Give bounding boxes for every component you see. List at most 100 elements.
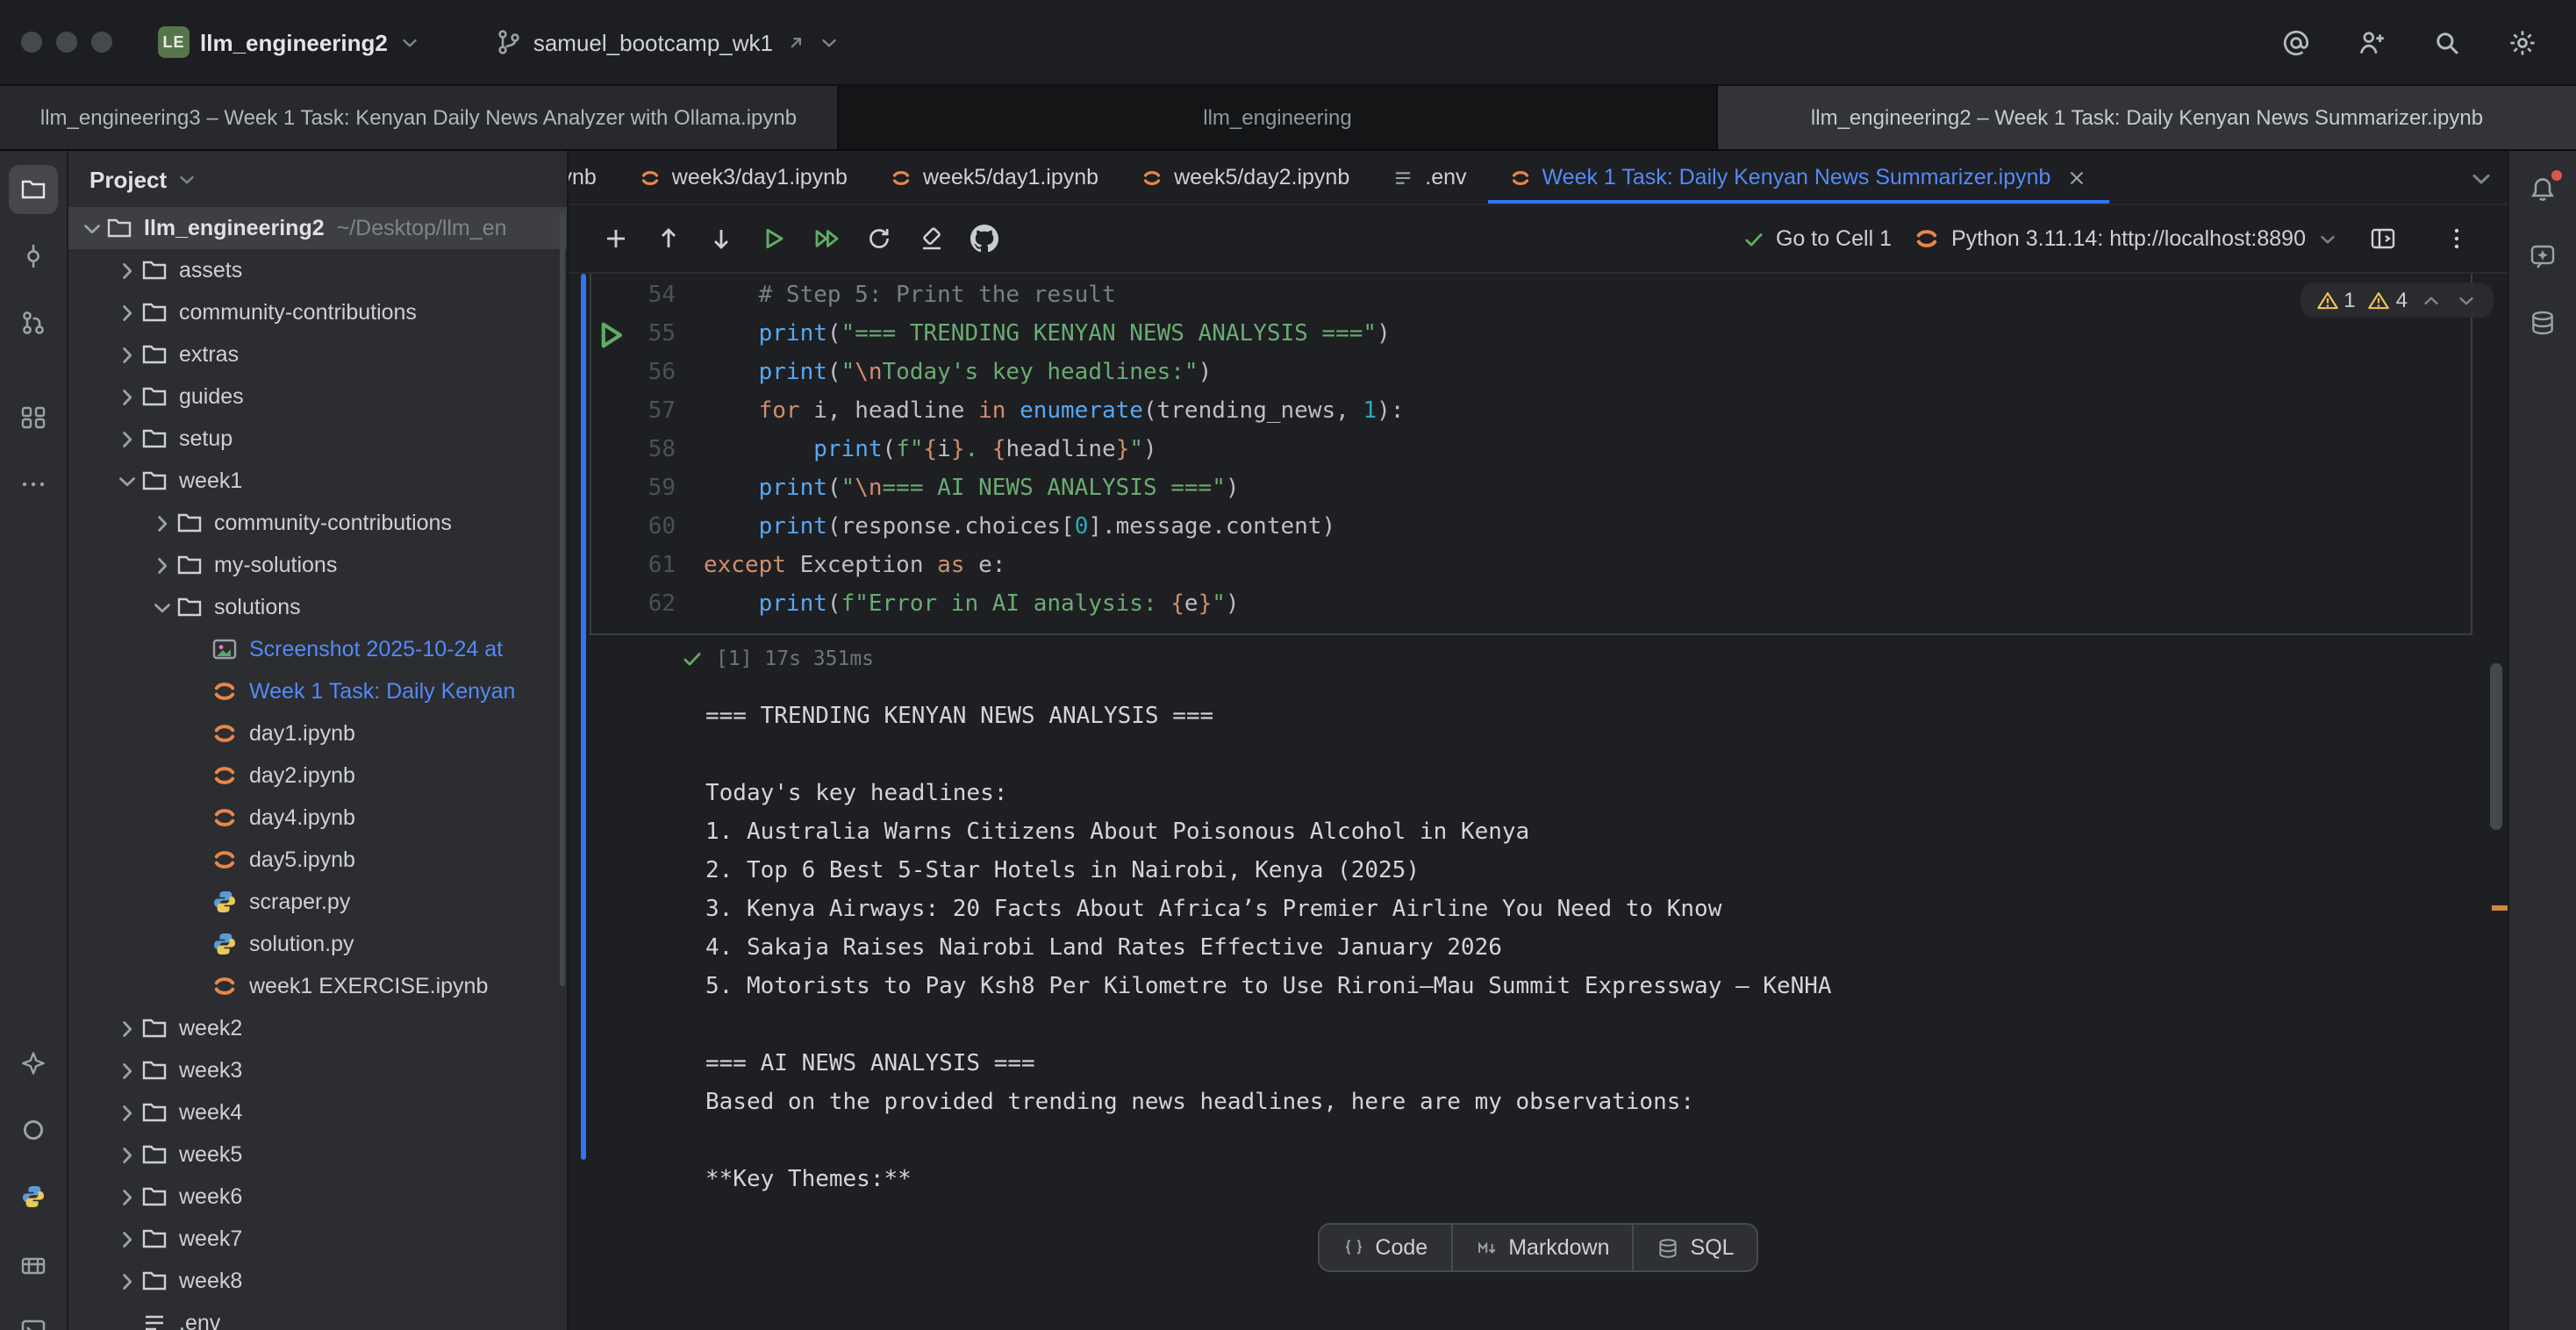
project-switcher[interactable]: LE llm_engineering2 xyxy=(144,19,435,65)
code-line[interactable]: 58 print(f"{i}. {headline}") xyxy=(591,432,2471,470)
next-problem-button[interactable] xyxy=(2455,289,2478,311)
python-packages-button[interactable] xyxy=(9,1172,58,1221)
move-cell-down-button[interactable] xyxy=(698,216,744,261)
editor-scrollbar[interactable] xyxy=(2490,663,2502,830)
more-options-button[interactable] xyxy=(2434,216,2479,261)
add-sql-cell-button[interactable]: SQL xyxy=(1635,1225,1757,1270)
terminal-button[interactable] xyxy=(9,1305,58,1330)
tree-item-day5-ipynb[interactable]: day5.ipynb xyxy=(68,839,567,881)
project-panel-header[interactable]: Project xyxy=(68,151,567,207)
code-line[interactable]: 55 print("=== TRENDING KENYAN NEWS ANALY… xyxy=(591,316,2471,354)
chevron-right-icon[interactable] xyxy=(114,257,140,283)
hidden-tabs-button[interactable] xyxy=(2467,165,2495,193)
run-cell-button[interactable] xyxy=(751,216,797,261)
tree-item-week2[interactable]: week2 xyxy=(68,1007,567,1049)
tree-item-llm-engineering2[interactable]: llm_engineering2~/Desktop/llm_en xyxy=(68,207,567,249)
editor-tab-week5-day1-ipynb[interactable]: week5/day1.ipynb xyxy=(869,151,1120,204)
tree-item-guides[interactable]: guides xyxy=(68,375,567,418)
code-with-me-button[interactable] xyxy=(2357,27,2386,57)
weak-warning-count[interactable]: 1 xyxy=(2315,288,2355,312)
editor-tab-week5-day2-ipynb[interactable]: week5/day2.ipynb xyxy=(1120,151,1370,204)
chevron-right-icon[interactable] xyxy=(114,341,140,368)
chevron-right-icon[interactable] xyxy=(114,1015,140,1041)
tree-item-solutions[interactable]: solutions xyxy=(68,586,567,628)
tree-item-week5[interactable]: week5 xyxy=(68,1133,567,1176)
open-in-browser-button[interactable] xyxy=(2360,216,2406,261)
chevron-right-icon[interactable] xyxy=(114,1226,140,1252)
chevron-right-icon[interactable] xyxy=(114,1141,140,1168)
tree-item-week3[interactable]: week3 xyxy=(68,1049,567,1091)
prev-problem-button[interactable] xyxy=(2420,289,2443,311)
panel-scrollbar[interactable] xyxy=(560,214,565,986)
tree-item-my-solutions[interactable]: my-solutions xyxy=(68,544,567,586)
clear-outputs-button[interactable] xyxy=(909,216,955,261)
jupyter-tool-button[interactable] xyxy=(9,1105,58,1155)
warning-count[interactable]: 4 xyxy=(2368,288,2408,312)
tree-item-week-1-task-daily-kenyan[interactable]: Week 1 Task: Daily Kenyan xyxy=(68,670,567,712)
chevron-down-icon[interactable] xyxy=(114,468,140,494)
tree-item-week1[interactable]: week1 xyxy=(68,460,567,502)
add-code-cell-button[interactable]: Code xyxy=(1319,1225,1452,1270)
tree-item-env[interactable]: .env xyxy=(68,1302,567,1330)
code-cell[interactable]: 54 # Step 5: Print the result55 print("=… xyxy=(590,274,2472,635)
tree-item-solution-py[interactable]: solution.py xyxy=(68,923,567,965)
window-zoom-button[interactable] xyxy=(91,32,112,53)
tree-item-week6[interactable]: week6 xyxy=(68,1176,567,1218)
services-button[interactable] xyxy=(9,1239,58,1288)
ai-assistant-button[interactable] xyxy=(9,1039,58,1088)
code-line[interactable]: 56 print("\nToday's key headlines:") xyxy=(591,354,2471,393)
tree-item-assets[interactable]: assets xyxy=(68,249,567,291)
editor-tab-env[interactable]: .env xyxy=(1370,151,1487,204)
window-close-button[interactable] xyxy=(21,32,42,53)
code-line[interactable]: 62 print(f"Error in AI analysis: {e}") xyxy=(591,586,2471,625)
chevron-down-icon[interactable] xyxy=(149,594,175,620)
code-line[interactable]: 57 for i, headline in enumerate(trending… xyxy=(591,393,2471,432)
ai-chat-button[interactable] xyxy=(2518,232,2567,281)
chevron-down-icon[interactable] xyxy=(79,215,105,241)
tree-item-week7[interactable]: week7 xyxy=(68,1218,567,1260)
branch-switcher[interactable]: samuel_bootcamp_wk1 xyxy=(481,21,854,63)
settings-button[interactable] xyxy=(2508,27,2537,57)
chevron-right-icon[interactable] xyxy=(149,552,175,578)
code-line[interactable]: 60 print(response.choices[0].message.con… xyxy=(591,509,2471,547)
code-line[interactable]: 54 # Step 5: Print the result xyxy=(591,277,2471,316)
move-cell-up-button[interactable] xyxy=(646,216,691,261)
chevron-right-icon[interactable] xyxy=(114,1099,140,1126)
tree-item-week1-exercise-ipynb[interactable]: week1 EXERCISE.ipynb xyxy=(68,965,567,1007)
window-tab-llm-engineering[interactable]: llm_engineering xyxy=(839,86,1718,149)
ai-mention-button[interactable] xyxy=(2281,27,2311,57)
pull-requests-button[interactable] xyxy=(9,298,58,347)
chevron-right-icon[interactable] xyxy=(114,383,140,410)
search-everywhere-button[interactable] xyxy=(2432,27,2462,57)
window-minimize-button[interactable] xyxy=(56,32,77,53)
commit-button[interactable] xyxy=(9,232,58,281)
chevron-right-icon[interactable] xyxy=(114,1183,140,1210)
tree-item-week4[interactable]: week4 xyxy=(68,1091,567,1133)
run-cell-gutter-icon[interactable] xyxy=(591,316,630,354)
go-to-cell-button[interactable]: Go to Cell 1 xyxy=(1742,226,1892,251)
tree-item-week8[interactable]: week8 xyxy=(68,1260,567,1302)
notifications-button[interactable] xyxy=(2518,165,2567,214)
tree-item-community-contributions[interactable]: community-contributions xyxy=(68,502,567,544)
chevron-right-icon[interactable] xyxy=(114,299,140,325)
editor-tab-ipynb[interactable]: ipynb xyxy=(569,151,618,204)
code-line[interactable]: 61except Exception as e: xyxy=(591,547,2471,586)
close-tab-button[interactable] xyxy=(2064,166,2087,189)
chevron-right-icon[interactable] xyxy=(149,510,175,536)
tree-item-day1-ipynb[interactable]: day1.ipynb xyxy=(68,712,567,754)
window-tab-llm-engineering2[interactable]: llm_engineering2 – Week 1 Task: Daily Ke… xyxy=(1718,86,2576,149)
window-tab-llm-engineering3[interactable]: llm_engineering3 – Week 1 Task: Kenyan D… xyxy=(0,86,839,149)
structure-button[interactable] xyxy=(9,393,58,442)
code-line[interactable]: 59 print("\n=== AI NEWS ANALYSIS ===") xyxy=(591,470,2471,509)
database-button[interactable] xyxy=(2518,298,2567,347)
add-cell-button[interactable] xyxy=(593,216,639,261)
more-tool-windows-button[interactable] xyxy=(9,460,58,509)
tree-item-scraper-py[interactable]: scraper.py xyxy=(68,881,567,923)
editor-tab-week3-day1-ipynb[interactable]: week3/day1.ipynb xyxy=(618,151,869,204)
warning-stripe-mark[interactable] xyxy=(2492,905,2508,911)
tree-item-setup[interactable]: setup xyxy=(68,418,567,460)
tree-item-community-contributions[interactable]: community-contributions xyxy=(68,291,567,333)
chevron-right-icon[interactable] xyxy=(114,1268,140,1294)
run-all-cells-button[interactable] xyxy=(804,216,849,261)
kernel-selector[interactable]: Python 3.11.14: http://localhost:8890 xyxy=(1913,225,2339,253)
